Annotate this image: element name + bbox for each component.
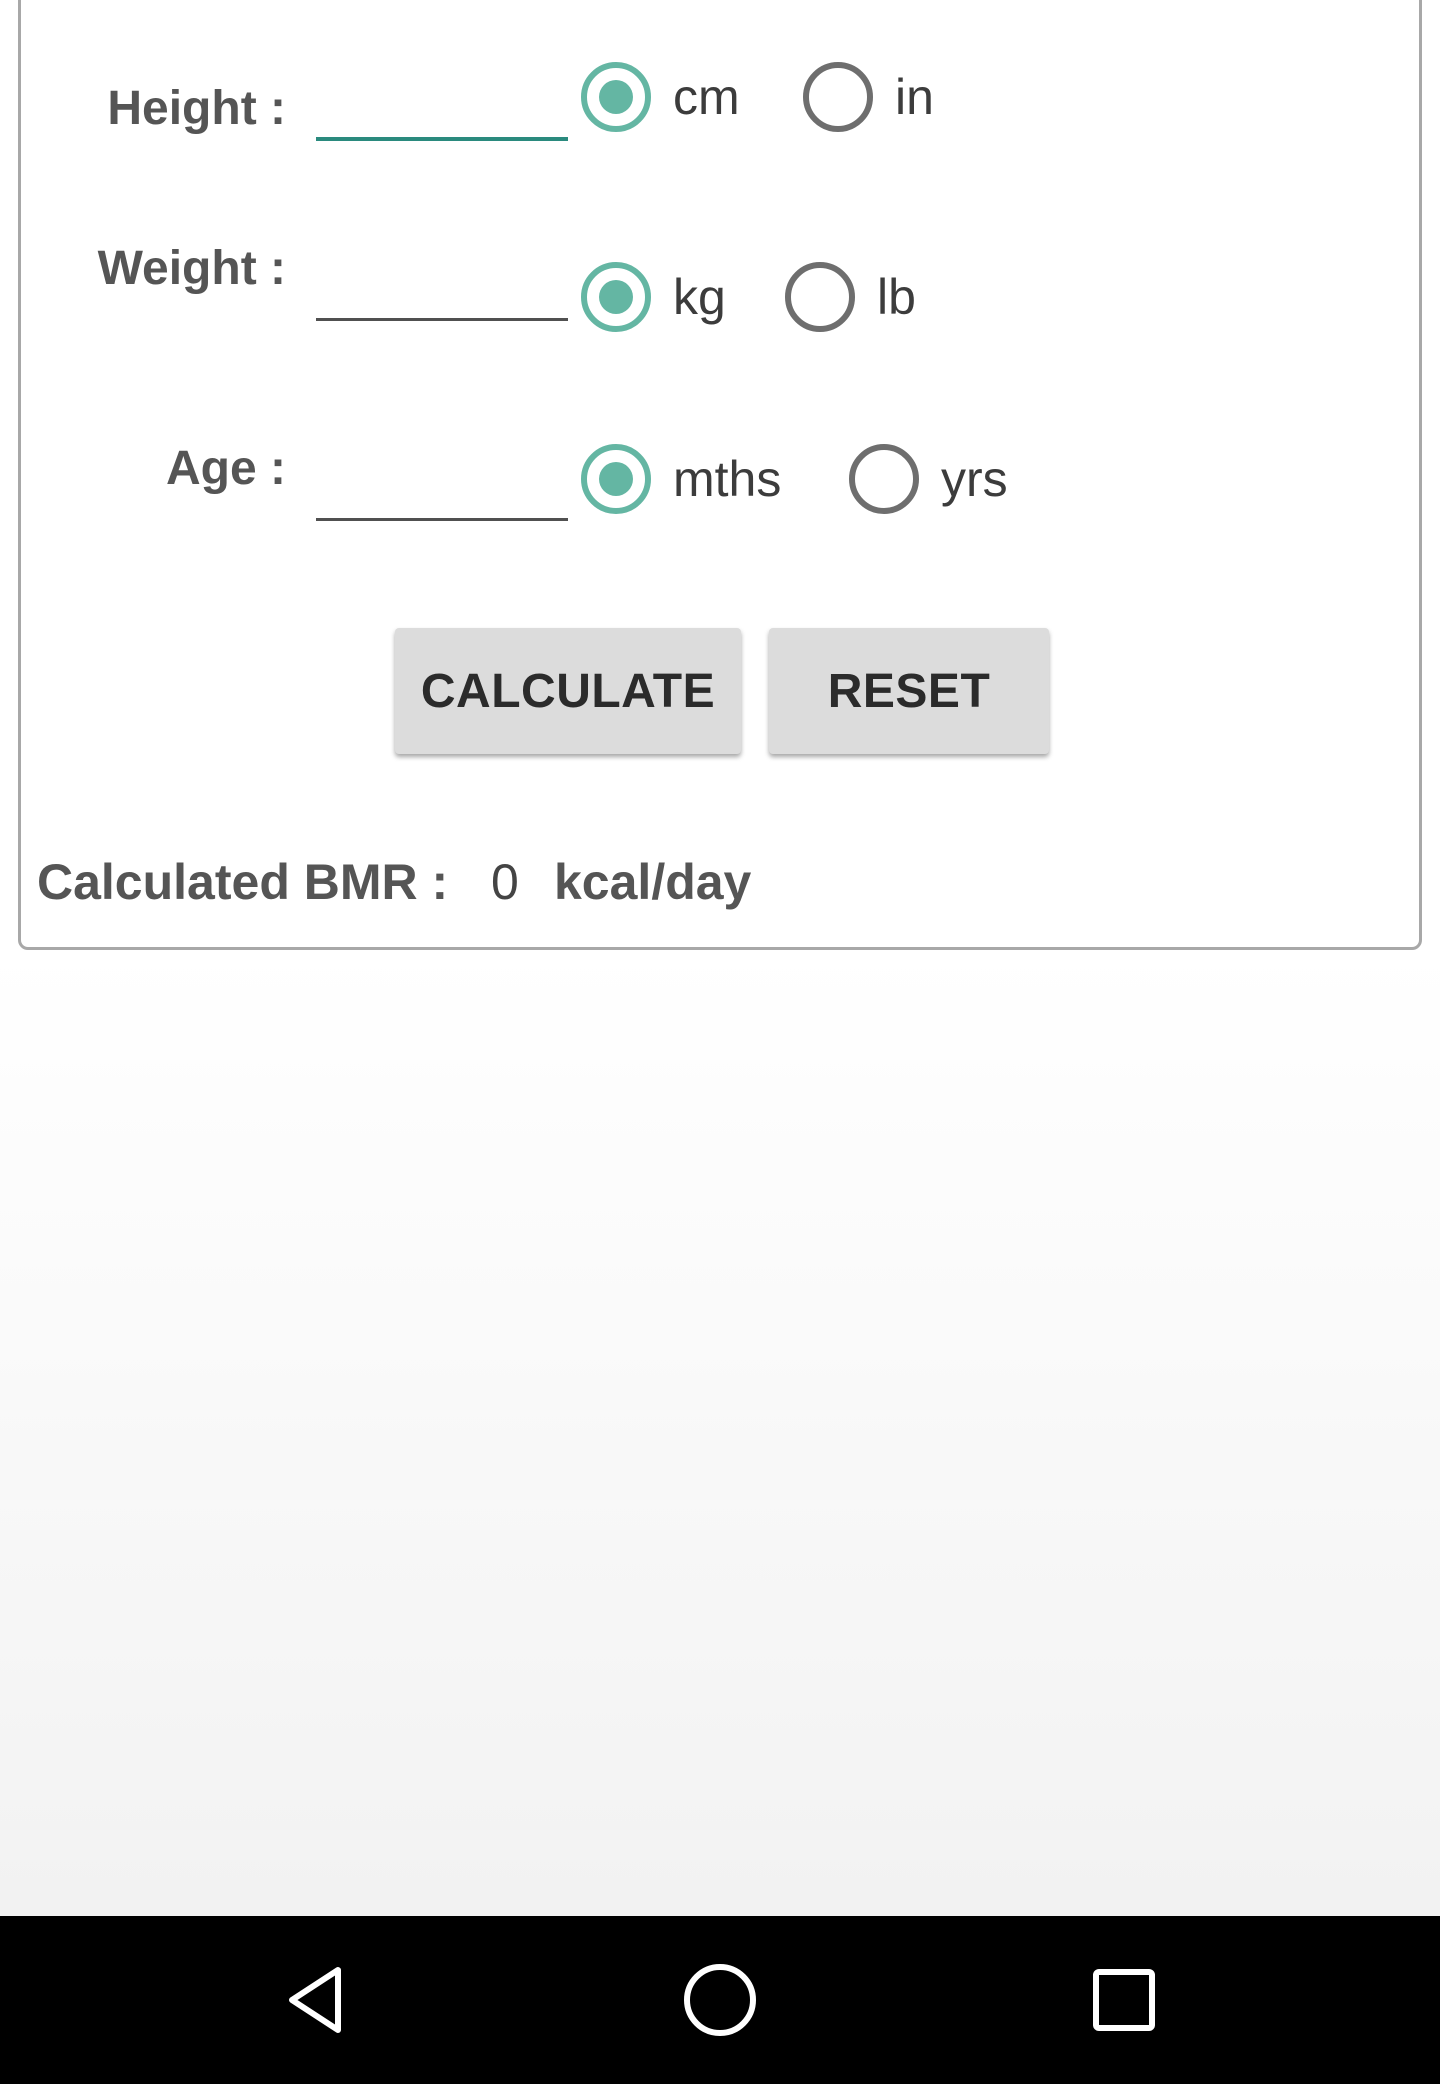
back-icon <box>289 1967 341 2033</box>
radio-unselected-icon <box>849 444 919 514</box>
height-unit-in-radio[interactable]: in <box>803 61 934 133</box>
recents-icon <box>1093 1969 1155 2031</box>
weight-label: Weight : <box>97 242 286 295</box>
weight-unit-kg-radio[interactable]: kg <box>581 261 726 333</box>
bmr-form-card: Height : cm in Weight : kg lb Age : mths… <box>18 0 1422 950</box>
weight-unit-lb-radio[interactable]: lb <box>785 261 916 333</box>
bmr-result-label: Calculated BMR : <box>37 854 449 910</box>
radio-unselected-icon <box>785 262 855 332</box>
weight-unit-kg-label: kg <box>673 269 726 325</box>
age-label: Age : <box>166 442 286 495</box>
height-unit-cm-radio[interactable]: cm <box>581 61 740 133</box>
weight-input[interactable] <box>316 261 568 321</box>
height-unit-cm-label: cm <box>673 69 740 125</box>
radio-selected-icon <box>581 262 651 332</box>
age-unit-mths-radio[interactable]: mths <box>581 443 781 515</box>
calculate-button[interactable]: CALCULATE <box>395 628 741 754</box>
radio-unselected-icon <box>803 62 873 132</box>
age-input[interactable] <box>316 461 568 521</box>
weight-unit-lb-label: lb <box>877 269 916 325</box>
home-button[interactable] <box>620 1916 820 2084</box>
system-navigation-bar <box>0 1916 1440 2084</box>
bmr-result-unit: kcal/day <box>554 854 752 910</box>
reset-button[interactable]: RESET <box>769 628 1049 754</box>
height-input[interactable] <box>316 81 568 141</box>
radio-selected-icon <box>581 444 651 514</box>
age-unit-yrs-radio[interactable]: yrs <box>849 443 1008 515</box>
bmr-result-value: 0 <box>491 854 519 910</box>
height-unit-in-label: in <box>895 69 934 125</box>
back-button[interactable] <box>216 1916 416 2084</box>
home-icon <box>684 1964 756 2036</box>
recents-button[interactable] <box>1024 1916 1224 2084</box>
radio-selected-icon <box>581 62 651 132</box>
age-unit-mths-label: mths <box>673 451 782 507</box>
age-unit-yrs-label: yrs <box>941 451 1008 507</box>
height-label: Height : <box>107 82 286 135</box>
